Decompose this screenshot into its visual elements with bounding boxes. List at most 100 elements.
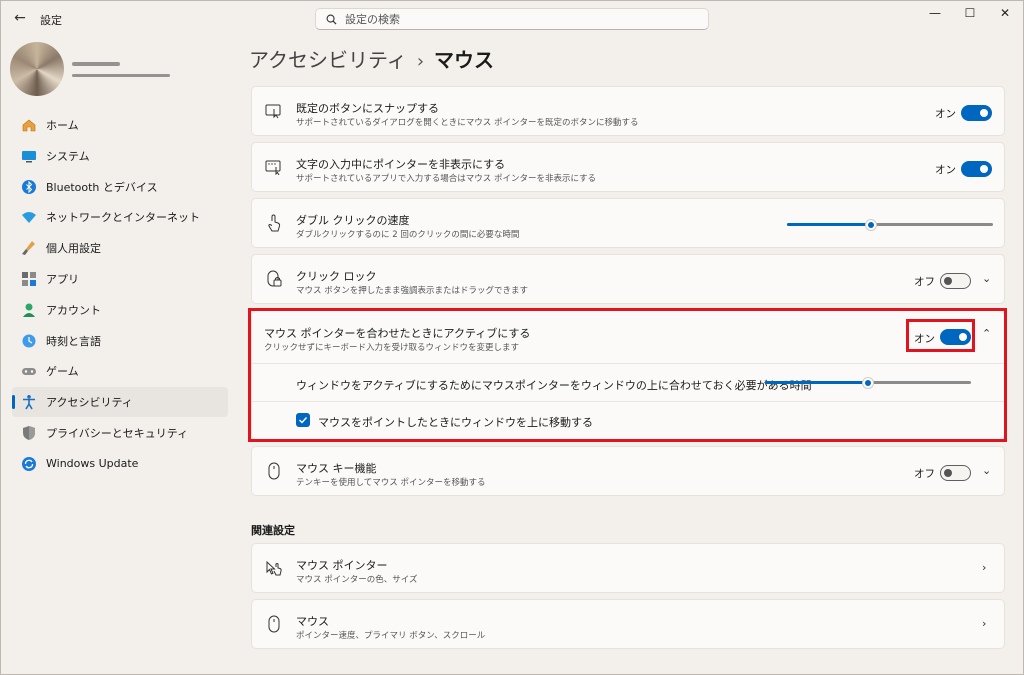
minimize-icon: — (929, 6, 941, 20)
double-click-icon (264, 213, 284, 233)
sidebar-item-label: アカウント (46, 303, 101, 317)
highlight-box-toggle (906, 319, 975, 352)
setting-title: マウス キー機能 (296, 462, 377, 475)
update-icon (20, 455, 38, 473)
apps-icon (20, 270, 38, 288)
sidebar-item-label: ゲーム (46, 365, 79, 379)
mouse-keys-toggle[interactable] (940, 465, 971, 481)
setting-snap-default-button: 既定のボタンにスナップする サポートされているダイアログを開くときにマウス ポイ… (251, 86, 1005, 136)
sidebar-item-system[interactable]: システム (12, 141, 228, 171)
wifi-icon (20, 208, 38, 226)
double-click-slider-fill (787, 223, 872, 226)
maximize-button[interactable]: ☐ (955, 4, 985, 22)
mouse-lock-icon (264, 269, 284, 289)
setting-subtitle: サポートされているアプリで入力する場合はマウス ポインターを非表示にする (296, 174, 597, 184)
snap-toggle[interactable] (961, 105, 992, 121)
bluetooth-icon (20, 178, 38, 196)
click-lock-toggle[interactable] (940, 273, 971, 289)
setting-title: 既定のボタンにスナップする (296, 102, 439, 115)
hide-pointer-toggle[interactable] (961, 161, 992, 177)
search-box[interactable] (315, 8, 709, 30)
toggle-state-label: オフ (914, 276, 935, 288)
sidebar-item-label: アクセシビリティ (46, 396, 133, 410)
sidebar-item-label: ホーム (46, 119, 79, 132)
app-title: 設定 (40, 14, 62, 27)
sidebar-item-label: Bluetooth とデバイス (46, 180, 158, 194)
sidebar-item-apps[interactable]: アプリ (12, 264, 228, 294)
user-name-redacted (72, 62, 120, 66)
user-email-redacted (72, 74, 170, 77)
setting-subtitle: マウス ポインターの色、サイズ (296, 575, 418, 585)
sidebar-item-gaming[interactable]: ゲーム (12, 356, 228, 386)
sidebar-item-windows-update[interactable]: Windows Update (12, 449, 228, 479)
minimize-button[interactable]: — (920, 4, 950, 22)
brush-icon (20, 239, 38, 257)
sidebar-item-personalization[interactable]: 個人用設定 (12, 233, 228, 263)
setting-title: マウス (296, 615, 329, 628)
breadcrumb-parent[interactable]: アクセシビリティ (249, 48, 407, 72)
setting-subtitle: テンキーを使用してマウス ポインターを移動する (296, 478, 486, 488)
arrow-left-icon: ← (14, 10, 26, 26)
chevron-right-icon: › (982, 561, 987, 574)
setting-subtitle: サポートされているダイアログを開くときにマウス ポインターを既定のボタンに移動す… (296, 118, 639, 128)
sidebar-item-label: Windows Update (46, 457, 139, 471)
sidebar-item-label: ネットワークとインターネット (46, 211, 200, 225)
home-icon (20, 116, 38, 134)
shield-icon (20, 424, 38, 442)
back-button[interactable]: ← (10, 9, 30, 27)
sidebar-item-bluetooth[interactable]: Bluetooth とデバイス (12, 172, 228, 202)
search-input[interactable] (345, 12, 685, 26)
pointer-hand-icon (264, 558, 284, 578)
sidebar-item-label: システム (46, 149, 90, 163)
user-profile[interactable] (8, 40, 178, 98)
chevron-down-icon[interactable]: ⌄ (982, 464, 991, 477)
sidebar-nav: ホーム システム Bluetooth とデバイス ネットワークとインターネット … (12, 110, 228, 480)
toggle-state-label: オン (935, 108, 956, 120)
sidebar-item-label: プライバシーとセキュリティ (46, 426, 189, 440)
sidebar-item-time-language[interactable]: 時刻と言語 (12, 326, 228, 356)
close-icon: ✕ (999, 6, 1011, 20)
sidebar-item-accessibility[interactable]: アクセシビリティ (12, 387, 228, 418)
accessibility-icon (20, 393, 38, 411)
setting-mouse-keys: マウス キー機能 テンキーを使用してマウス ポインターを移動する オフ ⌄ (251, 446, 1005, 496)
avatar (10, 42, 64, 96)
snap-pointer-icon (264, 101, 284, 121)
account-icon (20, 301, 38, 319)
setting-title: 文字の入力中にポインターを非表示にする (296, 158, 506, 171)
search-icon (326, 14, 337, 25)
clock-globe-icon (20, 332, 38, 350)
setting-subtitle: マウス ボタンを押したまま強調表示またはドラッグできます (296, 286, 528, 296)
mouse-icon (264, 614, 284, 634)
breadcrumb: アクセシビリティ › マウス (249, 44, 494, 73)
breadcrumb-separator: › (416, 51, 425, 72)
close-button[interactable]: ✕ (990, 4, 1020, 22)
related-mouse-pointer[interactable]: マウス ポインター マウス ポインターの色、サイズ › (251, 543, 1005, 593)
related-mouse[interactable]: マウス ポインター速度、プライマリ ボタン、スクロール › (251, 599, 1005, 649)
highlight-box-section (248, 308, 1007, 442)
sidebar-item-label: 時刻と言語 (46, 334, 101, 348)
system-icon (20, 147, 38, 165)
maximize-icon: ☐ (964, 6, 976, 20)
mouse-icon (264, 461, 284, 481)
title-bar: ← 設定 — ☐ ✕ (0, 0, 1024, 36)
sidebar-item-home[interactable]: ホーム (12, 110, 228, 140)
setting-title: クリック ロック (296, 270, 377, 283)
chevron-down-icon[interactable]: ⌄ (982, 272, 991, 285)
related-settings-heading: 関連設定 (251, 524, 295, 537)
sidebar-item-label: 個人用設定 (46, 242, 101, 256)
sidebar-item-accounts[interactable]: アカウント (12, 295, 228, 325)
page-title: マウス (434, 48, 495, 72)
double-click-slider-thumb[interactable] (865, 218, 878, 231)
sidebar-item-network[interactable]: ネットワークとインターネット (12, 202, 228, 232)
setting-title: マウス ポインター (296, 559, 388, 572)
setting-subtitle: ポインター速度、プライマリ ボタン、スクロール (296, 631, 486, 641)
toggle-state-label: オン (935, 164, 956, 176)
sidebar-item-label: アプリ (46, 272, 79, 286)
toggle-state-label: オフ (914, 468, 935, 480)
setting-double-click-speed: ダブル クリックの速度 ダブルクリックするのに 2 回のクリックの間に必要な時間 (251, 198, 1005, 248)
gamepad-icon (20, 362, 38, 380)
keyboard-pointer-icon (264, 157, 284, 177)
sidebar-item-privacy[interactable]: プライバシーとセキュリティ (12, 418, 228, 448)
chevron-right-icon: › (982, 617, 987, 630)
setting-title: ダブル クリックの速度 (296, 214, 410, 227)
